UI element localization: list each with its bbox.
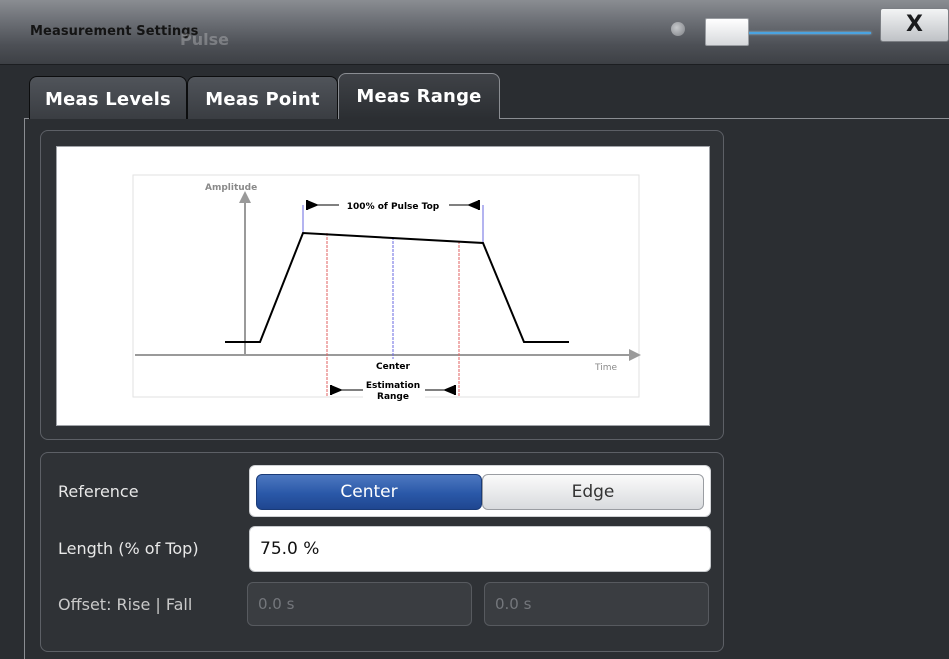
- tab-meas-point[interactable]: Meas Point: [187, 76, 338, 119]
- offset-rise-input[interactable]: 0.0 s: [247, 582, 472, 626]
- tab-meas-range[interactable]: Meas Range: [338, 73, 500, 119]
- title-bar: Measurement Settings Pulse X: [0, 0, 949, 65]
- range-label: Range: [377, 392, 409, 402]
- slider-thumb[interactable]: [705, 18, 749, 46]
- amplitude-label: Amplitude: [205, 183, 257, 193]
- dialog-title: Measurement Settings: [30, 24, 199, 39]
- center-label: Center: [376, 362, 411, 372]
- pulse-top-label: 100% of Pulse Top: [347, 202, 440, 212]
- offset-label: Offset: Rise | Fall: [58, 595, 193, 614]
- dot-icon: [671, 22, 685, 36]
- offset-fall-input[interactable]: 0.0 s: [484, 582, 709, 626]
- background-ghost-text: Pulse: [180, 30, 229, 49]
- reference-edge-button[interactable]: Edge: [482, 474, 704, 510]
- reference-label: Reference: [58, 482, 139, 501]
- pulse-trace: [225, 231, 569, 343]
- length-input[interactable]: 75.0 %: [249, 526, 711, 572]
- reference-center-button[interactable]: Center: [256, 474, 482, 510]
- length-label: Length (% of Top): [58, 539, 199, 558]
- estimation-label: Estimation: [366, 381, 420, 391]
- transparency-slider[interactable]: [705, 18, 873, 46]
- time-label: Time: [594, 363, 617, 373]
- reference-toggle: Center Edge: [249, 465, 711, 517]
- pulse-diagram-svg: Amplitude Time 100% of Pulse Top Center …: [132, 174, 641, 403]
- tab-meas-levels[interactable]: Meas Levels: [29, 76, 187, 119]
- pulse-diagram: Amplitude Time 100% of Pulse Top Center …: [56, 146, 710, 426]
- slider-track: [745, 32, 871, 34]
- close-icon: X: [906, 12, 923, 37]
- close-button[interactable]: X: [880, 8, 949, 42]
